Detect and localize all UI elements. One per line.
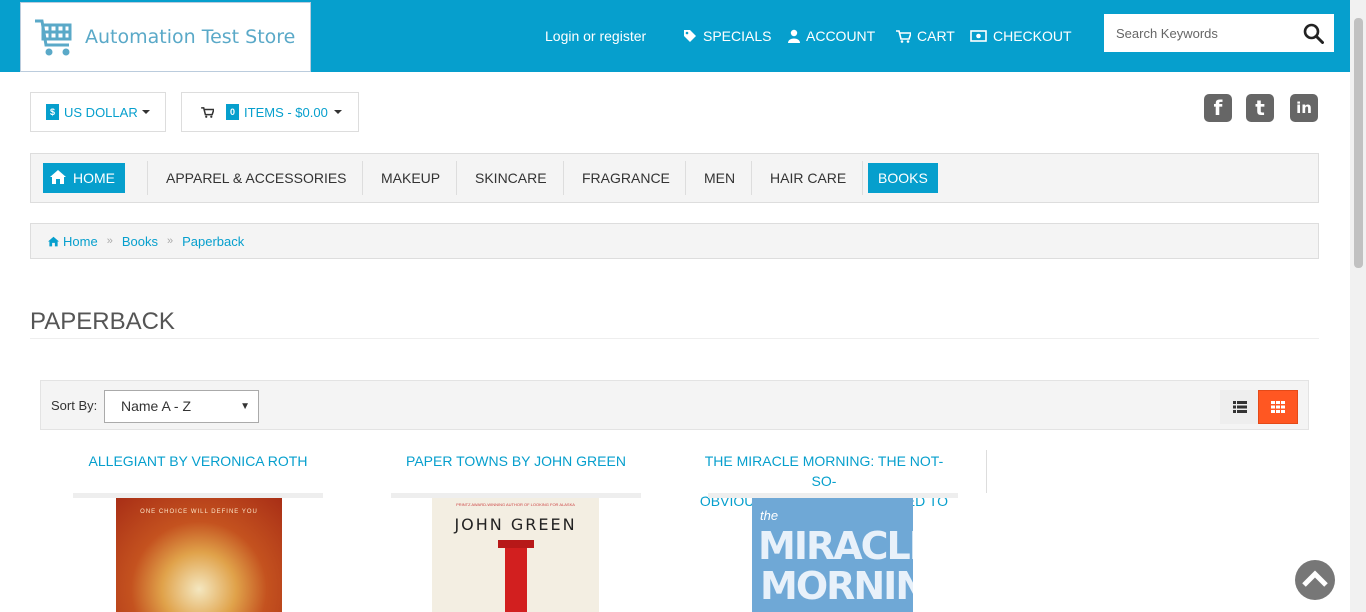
account-link[interactable]: ACCOUNT <box>788 28 875 44</box>
nav-label-home: HOME <box>73 170 115 186</box>
money-icon <box>970 30 987 42</box>
product-image[interactable]: the MIRACLE MORNING <box>752 498 913 612</box>
account-label: ACCOUNT <box>806 28 876 44</box>
cover-pin-graphic <box>498 540 534 548</box>
nav-divider <box>685 161 686 195</box>
page-title: PAPERBACK <box>30 308 175 335</box>
nav-divider <box>456 161 457 195</box>
chevron-right-icon: » <box>166 235 174 247</box>
home-icon <box>50 170 66 184</box>
nav-divider <box>563 161 564 195</box>
cart-icon <box>896 29 911 43</box>
cart-icon <box>201 106 214 118</box>
breadcrumb-books[interactable]: Books <box>122 234 158 249</box>
breadcrumb-paperback[interactable]: Paperback <box>182 234 244 249</box>
cover-text: PRINTZ AWARD-WINNING AUTHOR OF LOOKING F… <box>456 502 575 507</box>
list-view-button[interactable] <box>1220 390 1260 424</box>
nav-item-books[interactable]: BOOKS <box>868 163 938 193</box>
cart-count-badge: 0 <box>226 104 240 120</box>
sort-label: Sort By: <box>51 398 98 413</box>
product-title-line: THE MIRACLE MORNING: THE NOT-SO- <box>704 453 944 489</box>
scrollbar-thumb[interactable] <box>1354 18 1363 268</box>
nav-item-home[interactable]: HOME <box>43 163 125 193</box>
sort-selected-value: Name A - Z <box>121 398 192 414</box>
cover-author: JOHN GREEN <box>454 515 577 534</box>
currency-label: US DOLLAR <box>64 104 138 120</box>
cover-text: ONE CHOICE WILL DEFINE YOU <box>140 509 258 515</box>
product-card: PAPER TOWNS BY JOHN GREEN <box>391 451 641 471</box>
nav-item-fragrance[interactable]: FRAGRANCE <box>572 163 680 193</box>
grid-view-button[interactable] <box>1258 390 1298 424</box>
cart-link[interactable]: CART <box>896 28 955 44</box>
product-title[interactable]: ALLEGIANT BY VERONICA ROTH <box>89 453 308 469</box>
chevron-down-icon <box>141 110 150 114</box>
checkout-label: CHECKOUT <box>993 28 1072 44</box>
chevron-down-icon: ▼ <box>240 401 250 412</box>
page-scrollbar[interactable] <box>1350 0 1366 612</box>
home-icon <box>48 236 59 246</box>
chevron-down-icon <box>333 110 342 114</box>
breadcrumb-home[interactable]: Home <box>63 234 98 249</box>
nav-divider <box>862 161 863 195</box>
product-image[interactable]: ONE CHOICE WILL DEFINE YOU <box>116 498 282 612</box>
top-header: Automation Test Store Login or register … <box>0 0 1350 72</box>
search-icon[interactable] <box>1303 23 1324 44</box>
linkedin-icon[interactable]: in <box>1290 94 1318 122</box>
cover-title: MIRACLE <box>758 524 913 568</box>
product-card: ALLEGIANT BY VERONICA ROTH <box>73 451 323 471</box>
sort-toolbar: Sort By: Name A - Z ▼ <box>40 380 1309 430</box>
specials-link[interactable]: SPECIALS <box>683 28 771 44</box>
product-image[interactable]: PRINTZ AWARD-WINNING AUTHOR OF LOOKING F… <box>432 498 599 612</box>
specials-label: SPECIALS <box>703 28 772 44</box>
mini-cart-dropdown[interactable]: 0 ITEMS - $0.00 <box>181 92 359 132</box>
divider <box>30 338 1319 339</box>
nav-item-hair-care[interactable]: HAIR CARE <box>760 163 856 193</box>
checkout-link[interactable]: CHECKOUT <box>970 28 1072 44</box>
list-icon <box>1233 401 1247 413</box>
search-input[interactable] <box>1114 24 1298 42</box>
grid-icon <box>1271 401 1285 413</box>
logo-text: Automation Test Store <box>85 26 296 48</box>
login-register-link[interactable]: Login or register <box>545 28 646 44</box>
nav-divider <box>147 161 148 195</box>
tag-icon <box>684 30 696 42</box>
facebook-icon[interactable]: f <box>1204 94 1232 122</box>
cart-label: CART <box>917 28 955 44</box>
product-title[interactable]: PAPER TOWNS BY JOHN GREEN <box>406 453 626 469</box>
cover-text: the <box>760 508 779 523</box>
cover-pin-graphic <box>505 540 527 612</box>
nav-divider <box>751 161 752 195</box>
search-box <box>1104 14 1334 52</box>
breadcrumb: Home » Books » Paperback <box>30 223 1319 259</box>
cover-title: MORNING <box>760 564 913 608</box>
chevron-up-icon <box>1302 570 1328 587</box>
cart-logo-icon <box>35 19 72 56</box>
column-divider <box>986 450 987 493</box>
nav-item-men[interactable]: MEN <box>694 163 745 193</box>
main-navigation: HOME APPAREL & ACCESSORIES MAKEUP SKINCA… <box>30 153 1319 203</box>
twitter-icon[interactable]: t <box>1246 94 1274 122</box>
cart-total-label: ITEMS - $0.00 <box>244 104 328 120</box>
store-logo[interactable]: Automation Test Store <box>20 2 311 72</box>
nav-item-apparel[interactable]: APPAREL & ACCESSORIES <box>156 163 357 193</box>
nav-item-skincare[interactable]: SKINCARE <box>465 163 557 193</box>
back-to-top-button[interactable] <box>1295 560 1335 600</box>
currency-badge: $ <box>46 104 60 120</box>
sort-select[interactable]: Name A - Z ▼ <box>104 390 259 423</box>
nav-item-makeup[interactable]: MAKEUP <box>371 163 450 193</box>
user-icon <box>788 29 800 43</box>
nav-divider <box>362 161 363 195</box>
chevron-right-icon: » <box>106 235 113 247</box>
currency-dropdown[interactable]: $ US DOLLAR <box>30 92 166 132</box>
